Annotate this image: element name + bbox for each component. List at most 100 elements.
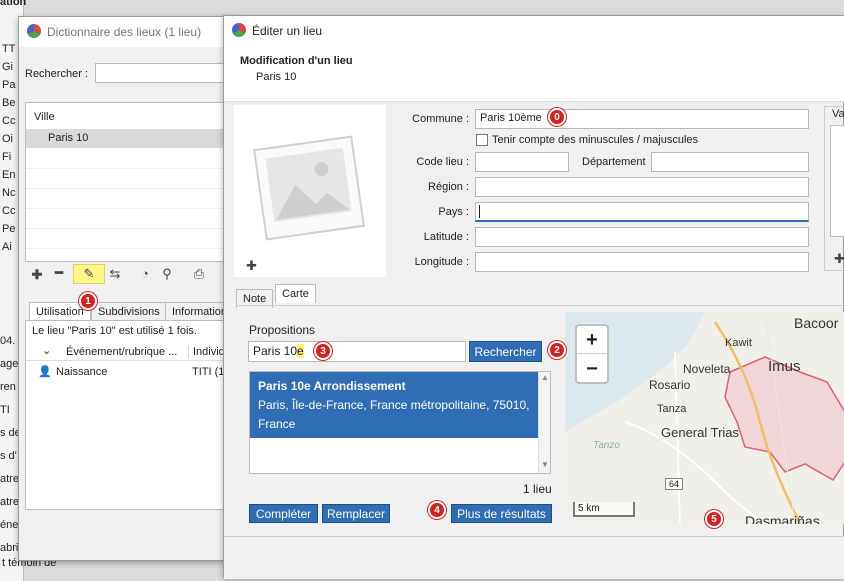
print-icon[interactable]: ⎙ <box>189 266 209 282</box>
map-label-general-trias: General Trias <box>661 425 740 440</box>
add-icon[interactable]: ✚ <box>27 267 47 283</box>
scroll-up-icon[interactable]: ▲ <box>541 373 549 382</box>
result-item[interactable]: Paris 10e Arrondissement Paris, Île-de-F… <box>250 372 538 438</box>
case-checkbox-label: Tenir compte des minuscules / majuscules <box>492 134 699 146</box>
merge-icon[interactable]: ⇆ <box>105 266 125 282</box>
map-search-icon[interactable]: ◔ <box>135 266 155 281</box>
map-scale: 5 km <box>573 502 635 517</box>
list-item[interactable]: Paris 10 <box>26 129 232 148</box>
place-search-text: Paris 10e <box>253 344 304 358</box>
badge-1: 1 <box>79 292 97 310</box>
results-list[interactable]: Paris 10e Arrondissement Paris, Île-de-F… <box>249 371 551 474</box>
scroll-down-icon[interactable]: ▼ <box>541 460 549 469</box>
side-panel-label: Va <box>832 108 844 120</box>
result-detail: Paris, Île-de-France, France métropolita… <box>258 398 530 431</box>
replace-button[interactable]: Remplacer <box>322 504 390 523</box>
code-input[interactable] <box>475 152 569 172</box>
longitude-input[interactable] <box>475 252 809 272</box>
usage-table-header: ⌄ Événement/rubrique ... Individu <box>26 341 232 361</box>
tab-subdivisions[interactable]: Subdivisions <box>91 302 167 321</box>
country-input[interactable] <box>475 202 809 222</box>
table-row[interactable]: 👤 Naissance TITI (19 <box>26 363 232 381</box>
list-row-line <box>26 248 232 249</box>
edit-footer <box>224 536 844 579</box>
map-label-imus: Imus <box>768 358 801 375</box>
dictionary-toolbar: ✚ ━ ✎ ⇆ ◔ ⚲ ⎙ <box>25 264 231 286</box>
search-highlight: e <box>297 344 304 358</box>
badge-5: 5 <box>705 510 723 528</box>
map-label-tanzo: Tanzo <box>593 440 620 451</box>
latitude-label: Latitude : <box>423 231 469 243</box>
row-event: Naissance <box>56 366 108 378</box>
edit-title: Éditer un lieu <box>252 24 323 38</box>
department-label: Département <box>582 156 646 168</box>
usage-text: Le lieu "Paris 10" est utilisé 1 fois. <box>32 325 197 337</box>
pencil-icon: ✎ <box>83 266 95 281</box>
tab-carte[interactable]: Carte <box>275 284 316 303</box>
map-label-tanza: Tanza <box>657 403 687 415</box>
commune-label: Commune : <box>412 113 469 125</box>
dictionary-title: Dictionnaire des lieux (1 lieu) <box>47 25 202 39</box>
badge-2: 2 <box>548 341 566 359</box>
list-row-line <box>26 168 232 169</box>
photo-placeholder-icon <box>253 135 365 241</box>
text-cursor <box>479 205 480 218</box>
map-label-rosario: Rosario <box>649 378 691 392</box>
side-panel-list[interactable] <box>830 125 844 237</box>
dictionary-search-label: Rechercher : <box>25 68 88 80</box>
latitude-input[interactable] <box>475 227 809 247</box>
badge-4: 4 <box>428 501 446 519</box>
edit-window: Éditer un lieu Modification d'un lieu Pa… <box>223 15 844 579</box>
dictionary-search-input[interactable] <box>95 63 231 83</box>
remove-icon[interactable]: ━ <box>49 265 69 281</box>
region-label: Région : <box>428 181 469 193</box>
add-image-icon[interactable]: ✚ <box>246 258 257 274</box>
dictionary-list[interactable]: Ville Paris 10 <box>25 102 232 262</box>
page-title: Modification d'un lieu <box>240 55 353 67</box>
dictionary-window: Dictionnaire des lieux (1 lieu) Recherch… <box>18 16 232 561</box>
zoom-out-button[interactable]: − <box>577 355 607 383</box>
place-search-input[interactable]: Paris 10e <box>248 341 466 362</box>
edit-header: Modification d'un lieu Paris 10 <box>224 46 844 102</box>
propositions-label: Propositions <box>249 323 316 337</box>
image-placeholder[interactable]: ✚ <box>234 105 386 277</box>
tab-informations[interactable]: Informations <box>165 302 231 321</box>
result-title: Paris 10e Arrondissement <box>258 379 406 393</box>
badge-3: 3 <box>314 342 332 360</box>
app-icon <box>27 24 41 38</box>
side-add-icon[interactable]: ✚ <box>834 251 844 267</box>
department-input[interactable] <box>651 152 809 172</box>
badge-0: 0 <box>548 108 566 126</box>
map-label-kawit: Kawit <box>725 337 752 349</box>
usage-panel: Le lieu "Paris 10" est utilisé 1 fois. ⌄… <box>25 320 232 510</box>
edit-titlebar: Éditer un lieu <box>224 16 844 46</box>
road-shield: 64 <box>665 478 684 490</box>
result-count: 1 lieu <box>523 482 552 496</box>
chevron-down-icon[interactable]: ⌄ <box>42 344 51 357</box>
results-scrollbar[interactable]: ▲ ▼ <box>538 372 550 473</box>
map-label-noveleta: Noveleta <box>683 362 731 376</box>
zoom-in-button[interactable]: + <box>577 326 607 354</box>
map-scale-label: 5 km <box>578 503 600 514</box>
column-event[interactable]: Événement/rubrique ... <box>66 346 177 358</box>
dictionary-titlebar: Dictionnaire des lieux (1 lieu) <box>19 17 231 47</box>
search-button[interactable]: Rechercher <box>469 341 542 362</box>
map-pin-icon[interactable]: ⚲ <box>157 266 177 282</box>
list-header[interactable]: Ville <box>34 111 55 123</box>
longitude-label: Longitude : <box>414 256 469 268</box>
list-row-line <box>26 188 232 189</box>
country-label: Pays : <box>438 206 469 218</box>
complete-button[interactable]: Compléter <box>249 504 318 523</box>
case-checkbox[interactable] <box>476 134 488 146</box>
map-label-bacoor: Bacoor <box>794 315 839 331</box>
background-top-text: ation <box>0 0 27 8</box>
commune-input[interactable]: Paris 10ème <box>475 109 809 129</box>
map-label-dasmarinas: Dasmariñas <box>745 513 820 524</box>
region-input[interactable] <box>475 177 809 197</box>
side-panel: Va <box>824 106 844 271</box>
app-icon <box>232 23 246 37</box>
list-row-line <box>26 208 232 209</box>
more-results-button[interactable]: Plus de résultats <box>451 504 552 523</box>
list-row-line <box>26 228 232 229</box>
map-view[interactable]: + − Bacoor Kawit Imus Noveleta Rosario T… <box>565 312 844 524</box>
